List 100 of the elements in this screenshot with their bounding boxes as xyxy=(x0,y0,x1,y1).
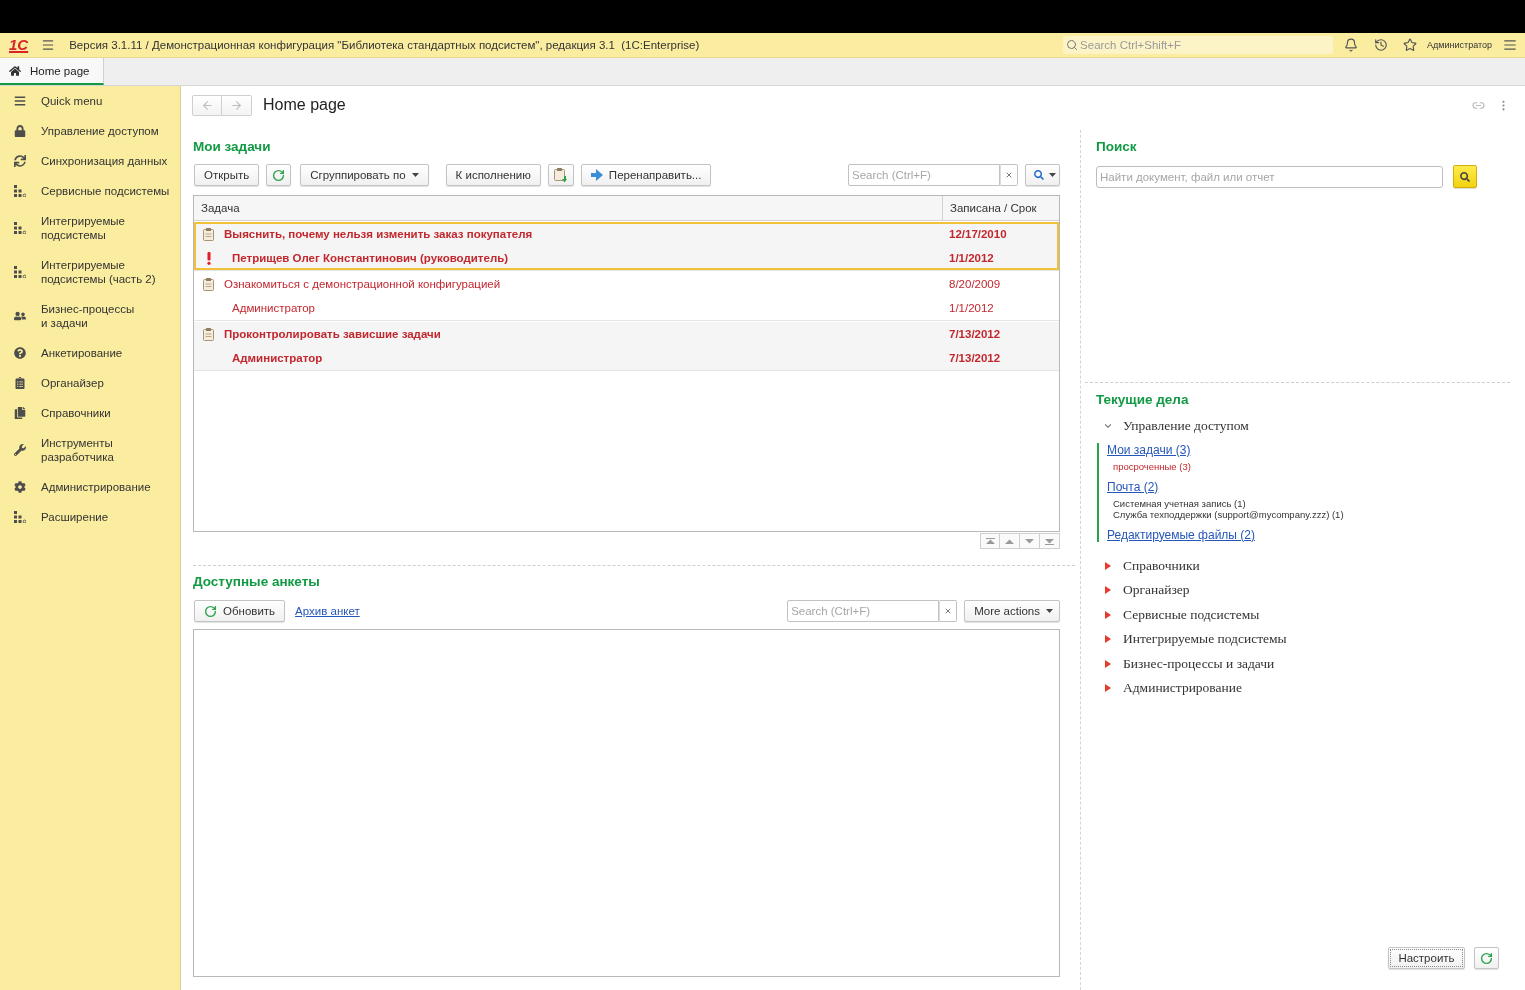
sidebar-item[interactable]: Справочники xyxy=(0,398,180,428)
sidebar-item[interactable]: Интегрируемые подсистемы xyxy=(0,206,180,250)
refresh-icon xyxy=(204,604,217,618)
date-text: 8/20/2009 xyxy=(949,278,1001,290)
search-button[interactable] xyxy=(1453,165,1477,188)
performer-name: Администратор xyxy=(232,352,323,364)
clipboard-icon xyxy=(203,327,214,341)
bell-icon[interactable] xyxy=(1344,38,1359,52)
sidebar-item[interactable]: Quick menu xyxy=(0,86,180,116)
caret-icon xyxy=(1049,173,1056,177)
arrow-icon xyxy=(590,169,603,181)
clear-button[interactable] xyxy=(1000,164,1018,186)
user-name[interactable]: Администратор xyxy=(1427,40,1492,50)
clipboard-icon xyxy=(14,377,26,389)
date-text: 12/17/2010 xyxy=(949,228,1007,240)
detail-text: Служба техподдержки (support@mycompany.zzz) (1) xyxy=(1113,508,1344,520)
performer-name: Администратор xyxy=(232,302,315,314)
app-title: Версия 3.1.11 / Демонстрационная конфигурация "Библиотека стандартных подсистем", редакция 3.1 (1C:Enterprise) xyxy=(69,39,700,51)
task-link[interactable]: Почта (2) xyxy=(1107,479,1159,494)
tree-node[interactable]: Администрирование xyxy=(1096,676,1510,701)
star-icon[interactable] xyxy=(1403,38,1418,52)
search-field[interactable]: Search (Ctrl+F) xyxy=(848,164,1000,186)
search-icon xyxy=(1460,171,1470,182)
section-title: Доступные анкеты xyxy=(193,574,321,590)
gear-icon xyxy=(14,481,26,493)
logo[interactable]: 1С xyxy=(9,37,29,53)
tree-node[interactable]: Сервисные подсистемы xyxy=(1096,602,1510,627)
search-field[interactable]: Search Ctrl+Shift+F xyxy=(1063,36,1334,54)
sync-icon xyxy=(14,155,26,167)
tree-node[interactable]: Интегрируемые подсистемы xyxy=(1096,627,1510,652)
open-button[interactable]: Открыть xyxy=(194,164,260,186)
blocks-icon xyxy=(14,266,26,278)
group-by-button[interactable]: Сгруппировать по xyxy=(300,164,429,186)
detail-text: просроченные (3) xyxy=(1113,460,1191,472)
menu-icon[interactable] xyxy=(41,38,56,52)
sidebar-item[interactable]: Бизнес-процессы и задачи xyxy=(0,294,180,338)
scroll-button[interactable] xyxy=(980,533,1000,549)
task-title: Выяснить, почему нельзя изменить заказ покупателя xyxy=(224,228,533,240)
clipboard-button[interactable] xyxy=(547,164,574,186)
blocks-icon xyxy=(14,511,26,523)
close-icon xyxy=(1005,171,1013,179)
sidebar-item[interactable]: Органайзер xyxy=(0,368,180,398)
column-header[interactable]: Задача xyxy=(194,196,942,220)
sidebar-item[interactable]: Управление доступом xyxy=(0,116,180,146)
column-header[interactable]: Записана / Срок xyxy=(942,196,1059,220)
configure-button[interactable]: Настроить xyxy=(1388,947,1465,969)
redirect-button[interactable]: Перенаправить... xyxy=(580,164,712,186)
sidebar-item[interactable]: Сервисные подсистемы xyxy=(0,176,180,206)
sidebar-item[interactable]: Расширение xyxy=(0,502,180,532)
clear-button[interactable] xyxy=(939,600,958,622)
section-title: Мои задачи xyxy=(193,139,272,155)
tree-node[interactable]: Бизнес-процессы и задачи xyxy=(1096,651,1510,676)
close-icon xyxy=(944,607,953,615)
archive-link[interactable]: Архив анкет xyxy=(295,605,360,617)
task-link[interactable]: Мои задачи (3) xyxy=(1107,442,1191,457)
people-icon xyxy=(14,310,26,322)
back-button[interactable] xyxy=(192,95,222,116)
forward-button[interactable] xyxy=(222,95,252,116)
tree-node[interactable]: Справочники xyxy=(1096,553,1510,578)
more-actions-button[interactable]: More actions xyxy=(964,600,1060,622)
page-title: Home page xyxy=(263,95,346,115)
search-field[interactable]: Найти документ, файл или отчет xyxy=(1096,165,1443,188)
sidebar-item[interactable]: Интегрируемые подсистемы (часть 2) xyxy=(0,250,180,294)
link-icon[interactable] xyxy=(1472,99,1485,112)
task-title: Ознакомиться с демонстрационной конфигурацией xyxy=(224,278,501,290)
refresh-button[interactable]: Обновить xyxy=(194,600,286,622)
due-date-text: 1/1/2012 xyxy=(949,252,994,264)
due-date-text: 7/13/2012 xyxy=(949,352,1001,364)
execute-button[interactable]: К исполнению xyxy=(445,164,541,186)
task-link[interactable]: Редактируемые файлы (2) xyxy=(1107,527,1255,542)
detail-text: Системная учетная запись (1) xyxy=(1113,497,1247,509)
blocks-icon xyxy=(14,185,26,197)
refresh-button[interactable] xyxy=(1474,947,1499,969)
tree-node[interactable]: Органайзер xyxy=(1096,578,1510,603)
clipboard-icon xyxy=(203,277,214,291)
tab[interactable]: Home page xyxy=(0,58,105,85)
sidebar-item[interactable]: Синхронизация данных xyxy=(0,146,180,176)
task-row[interactable]: Выяснить, почему нельзя изменить заказ покупателя 12/17/2010 Петрищев Олег Константинович (руководитель) 1/1/2012 xyxy=(194,222,1059,271)
caret-icon xyxy=(1046,609,1053,613)
performer-name: Петрищев Олег Константинович (руководитель) xyxy=(232,252,509,264)
date-text: 7/13/2012 xyxy=(949,328,1001,340)
arrow-left-icon xyxy=(200,99,214,112)
scroll-button[interactable] xyxy=(1020,533,1040,549)
blocks-icon xyxy=(14,222,26,234)
search-menu-button[interactable] xyxy=(1025,164,1060,186)
scroll-button[interactable] xyxy=(1000,533,1020,549)
lock-icon xyxy=(14,125,26,137)
task-row[interactable]: Проконтролировать зависшие задачи 7/13/2012 Администратор 7/13/2012 xyxy=(194,322,1059,371)
menu-icon[interactable] xyxy=(1503,38,1517,52)
refresh-button[interactable] xyxy=(266,164,292,186)
sidebar-item[interactable]: Администрирование xyxy=(0,472,180,502)
section-title: Поиск xyxy=(1096,139,1138,155)
sidebar-item[interactable]: Инструменты разработчика xyxy=(0,428,180,472)
history-icon[interactable] xyxy=(1374,38,1389,52)
scroll-button[interactable] xyxy=(1040,533,1060,549)
clipboard-icon xyxy=(203,227,214,241)
due-date-text: 1/1/2012 xyxy=(949,302,994,314)
tree-node[interactable]: Управление доступом xyxy=(1096,414,1510,439)
search-field[interactable]: Search (Ctrl+F) xyxy=(787,600,940,622)
sidebar-item[interactable]: Анкетирование xyxy=(0,338,180,368)
